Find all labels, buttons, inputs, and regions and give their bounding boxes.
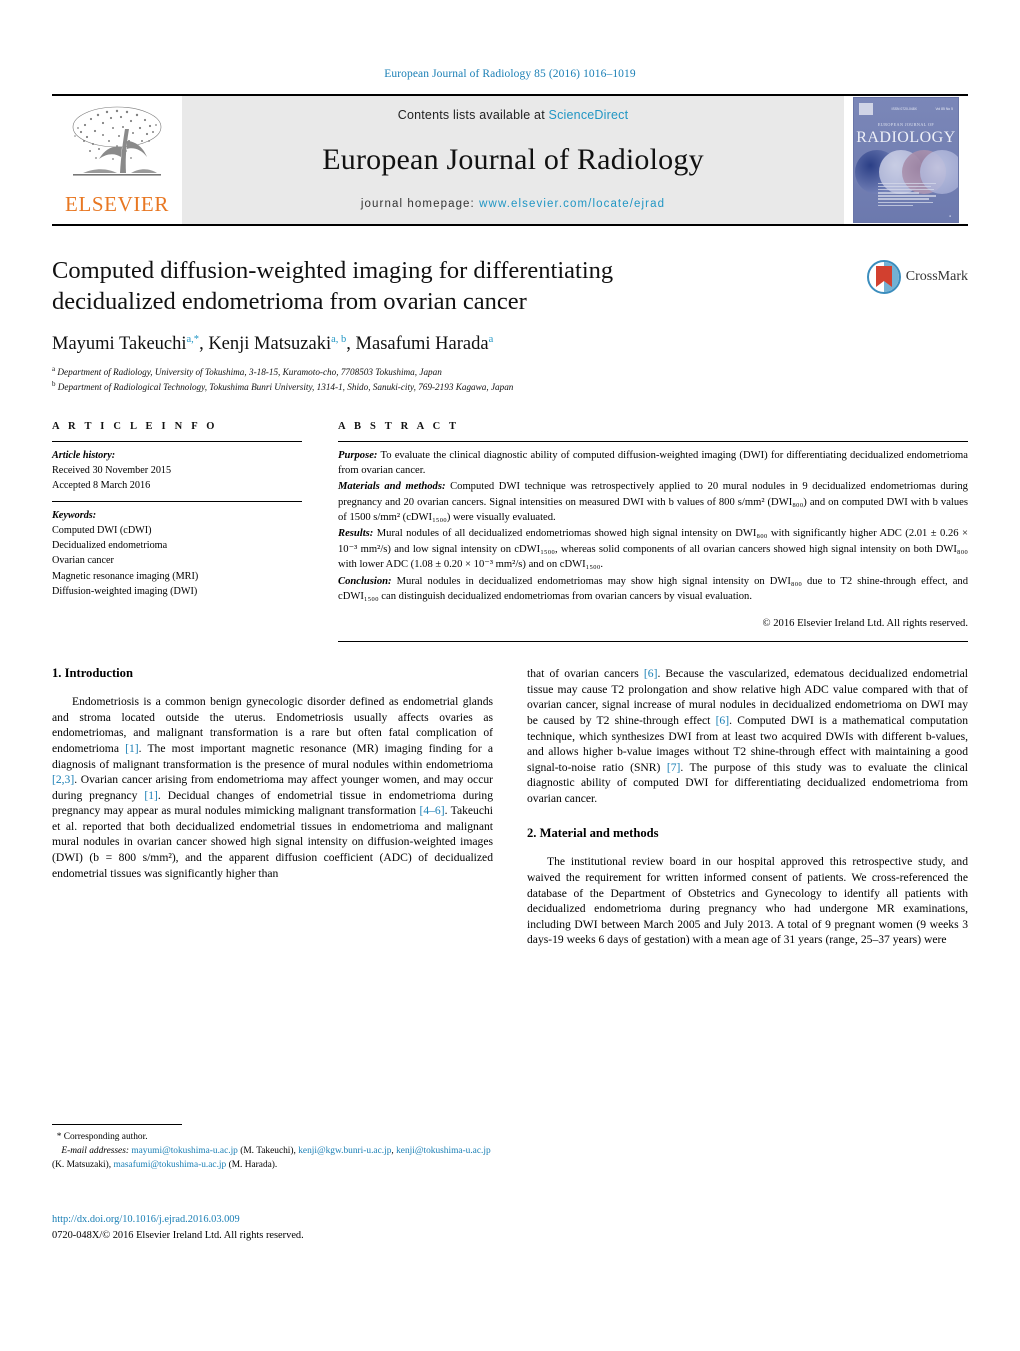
- abstract-copyright: © 2016 Elsevier Ireland Ltd. All rights …: [762, 618, 968, 630]
- abstract-purpose-text: To evaluate the clinical diagnostic abil…: [338, 449, 968, 477]
- citation-6b[interactable]: [6]: [716, 714, 730, 727]
- doi-link[interactable]: http://dx.doi.org/10.1016/j.ejrad.2016.0…: [52, 1212, 512, 1228]
- homepage-url-link[interactable]: www.elsevier.com/locate/ejrad: [479, 198, 665, 210]
- cover-volume-text: Vol 85 No 5: [935, 107, 953, 111]
- cover-top-row: ISSN 0720-048X Vol 85 No 5: [859, 102, 953, 116]
- citation-1[interactable]: [1]: [125, 742, 139, 755]
- abstract-purpose-label: Purpose:: [338, 449, 378, 461]
- footnote-block: * Corresponding author. E-mail addresses…: [52, 1124, 502, 1172]
- cover-footer-mark: ●: [948, 214, 951, 218]
- author-list: Mayumi Takeuchia,*, Kenji Matsuzakia, b,…: [52, 333, 494, 354]
- affiliation-a: a Department of Radiology, University of…: [52, 364, 968, 379]
- body-column-right: that of ovarian cancers [6]. Because the…: [527, 666, 968, 948]
- abstract-conclusion: Conclusion: Mural nodules in decidualize…: [338, 574, 968, 605]
- abstract-heading: A B S T R A C T: [338, 420, 460, 432]
- contents-prefix: Contents lists available at: [397, 108, 549, 122]
- affiliation-list: a Department of Radiology, University of…: [52, 364, 968, 395]
- citation-1b[interactable]: [1]: [144, 789, 158, 802]
- affiliation-mark-b: b: [52, 380, 56, 389]
- email-link-1[interactable]: mayumi@tokushima-u.ac.jp: [131, 1146, 238, 1156]
- email-link-3[interactable]: kenji@tokushima-u.ac.jp: [396, 1146, 491, 1156]
- abstract-methods-label: Materials and methods:: [338, 481, 446, 493]
- cover-issn-text: ISSN 0720-048X: [891, 107, 917, 111]
- keyword-item: Magnetic resonance imaging (MRI): [52, 570, 199, 582]
- keywords-label: Keywords:: [52, 509, 97, 521]
- elsevier-tree-icon: [72, 106, 162, 176]
- elsevier-logo-block: ELSEVIER: [52, 94, 182, 226]
- citation-4-6[interactable]: [4–6]: [419, 804, 444, 817]
- journal-cover-thumbnail: ISSN 0720-048X Vol 85 No 5 EUROPEAN JOUR…: [853, 97, 959, 223]
- page-title: Computed diffusion-weighted imaging for …: [52, 257, 614, 315]
- intro-text-f: that of ovarian cancers: [527, 667, 644, 681]
- article-history-group: Article history: Received 30 November 20…: [52, 442, 302, 501]
- section-heading-material-methods: 2. Material and methods: [527, 826, 659, 841]
- abstract-purpose: Purpose: To evaluate the clinical diagno…: [338, 448, 968, 479]
- citation-6[interactable]: [6]: [644, 667, 658, 680]
- cover-title: RADIOLOGY: [856, 129, 956, 146]
- section-heading-introduction: 1. Introduction: [52, 666, 133, 681]
- crossmark-icon: [866, 260, 901, 294]
- journal-title: European Journal of Radiology: [322, 143, 704, 176]
- abstract-column: A B S T R A C T Purpose: To evaluate the…: [338, 421, 968, 643]
- body-column-left: 1. Introduction Endometriosis is a commo…: [52, 666, 493, 948]
- email-name-4: (M. Harada).: [226, 1160, 278, 1171]
- crossmark-badge[interactable]: CrossMark: [866, 260, 968, 294]
- masthead-center: Contents lists available at ScienceDirec…: [182, 94, 844, 226]
- homepage-prefix: journal homepage:: [360, 198, 480, 210]
- corresponding-author-line: * Corresponding author.: [52, 1130, 502, 1144]
- keyword-item: Decidualized endometrioma: [52, 540, 168, 552]
- body-columns: 1. Introduction Endometriosis is a commo…: [52, 666, 968, 948]
- affiliation-text-a: Department of Radiology, University of T…: [57, 366, 442, 377]
- keyword-item: Diffusion-weighted imaging (DWI): [52, 586, 198, 598]
- affiliation-mark-a: a: [52, 364, 56, 373]
- abstract-results-text: Mural nodules of all decidualized endome…: [338, 528, 968, 571]
- article-history-label: Article history:: [52, 449, 116, 461]
- sciencedirect-link[interactable]: ScienceDirect: [549, 108, 629, 122]
- abstract-methods: Materials and methods: Computed DWI tech…: [338, 479, 968, 525]
- abstract-conclusion-label: Conclusion:: [338, 575, 392, 587]
- contents-available-line: Contents lists available at ScienceDirec…: [398, 108, 629, 122]
- article-history-received: Received 30 November 2015: [52, 464, 172, 476]
- email-name-3: (K. Matsuzaki),: [52, 1160, 114, 1171]
- abstract-conclusion-text: Mural nodules in decidualized endometrio…: [338, 575, 968, 602]
- article-info-column: A R T I C L E I N F O Article history: R…: [52, 421, 302, 643]
- keyword-item: Computed DWI (cDWI): [52, 524, 152, 536]
- article-header: Computed diffusion-weighted imaging for …: [52, 256, 968, 395]
- abstract-results-label: Results:: [338, 528, 374, 540]
- journal-masthead: ELSEVIER Contents lists available at Sci…: [52, 94, 968, 226]
- issn-copyright-line: 0720-048X/© 2016 Elsevier Ireland Ltd. A…: [52, 1229, 304, 1241]
- keyword-item: Ovarian cancer: [52, 555, 114, 567]
- info-abstract-region: A R T I C L E I N F O Article history: R…: [52, 421, 968, 643]
- abstract-rule-bottom: [338, 641, 968, 643]
- running-head: European Journal of Radiology 85 (2016) …: [384, 68, 636, 80]
- journal-cover-block: ISSN 0720-048X Vol 85 No 5 EUROPEAN JOUR…: [844, 94, 968, 226]
- doi-block: http://dx.doi.org/10.1016/j.ejrad.2016.0…: [52, 1212, 512, 1243]
- journal-homepage-line: journal homepage: www.elsevier.com/locat…: [361, 198, 665, 210]
- cover-subtitle: EUROPEAN JOURNAL OF: [877, 122, 935, 127]
- affiliation-text-b: Department of Radiological Technology, T…: [57, 382, 514, 393]
- affiliation-b: b Department of Radiological Technology,…: [52, 379, 968, 394]
- keywords-group: Keywords: Computed DWI (cDWI) Decidualiz…: [52, 502, 302, 607]
- email-link-4[interactable]: masafumi@tokushima-u.ac.jp: [113, 1160, 226, 1170]
- article-history-accepted: Accepted 8 March 2016: [52, 480, 151, 492]
- email-name-1: (M. Takeuchi),: [237, 1146, 299, 1157]
- cover-elsevier-mark: [859, 103, 873, 115]
- corresponding-text: Corresponding author.: [61, 1132, 148, 1142]
- abstract-results: Results: Mural nodules of all decidualiz…: [338, 526, 968, 572]
- email-label: E-mail addresses:: [61, 1146, 129, 1157]
- crossmark-label: CrossMark: [905, 269, 968, 284]
- methods-paragraph: The institutional review board in our ho…: [527, 855, 968, 947]
- paper-page: European Journal of Radiology 85 (2016) …: [0, 0, 1020, 1351]
- email-link-2[interactable]: kenji@kgw.bunri-u.ac.jp: [298, 1146, 391, 1156]
- cover-text-block: [878, 182, 936, 209]
- citation-7[interactable]: [7]: [667, 761, 681, 774]
- intro-paragraph-left: Endometriosis is a common benign gynecol…: [52, 694, 493, 881]
- intro-paragraph-right: that of ovarian cancers [6]. Because the…: [527, 666, 968, 806]
- citation-2-3[interactable]: [2,3]: [52, 773, 74, 786]
- email-addresses-line: E-mail addresses: mayumi@tokushima-u.ac.…: [52, 1144, 502, 1172]
- elsevier-wordmark: ELSEVIER: [65, 192, 169, 216]
- footnote-rule: [52, 1124, 182, 1125]
- article-info-heading: A R T I C L E I N F O: [52, 420, 218, 432]
- abstract-body: Purpose: To evaluate the clinical diagno…: [338, 442, 968, 630]
